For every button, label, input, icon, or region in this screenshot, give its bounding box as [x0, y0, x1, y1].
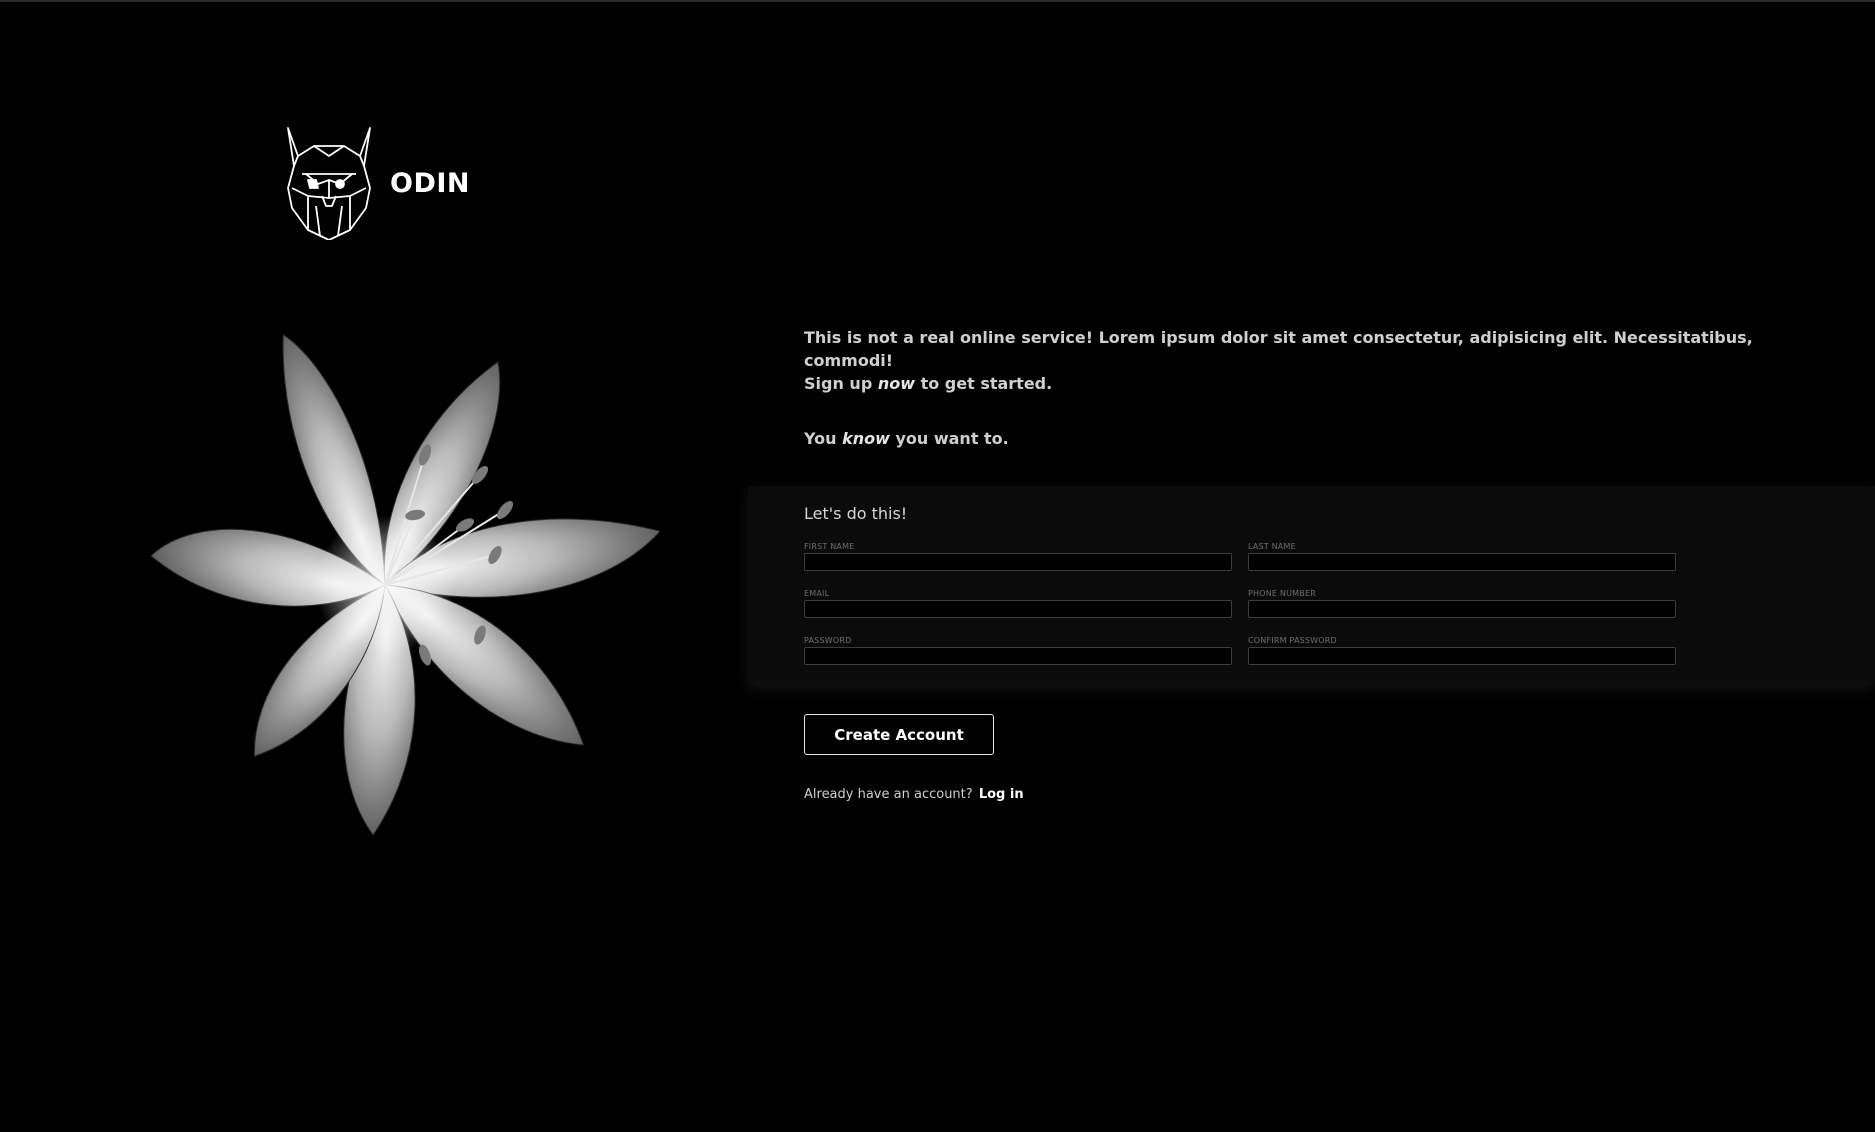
- top-border: [0, 0, 1875, 2]
- email-label: EMAIL: [804, 589, 830, 598]
- signup-page: ODIN This is not a real online service! …: [0, 0, 1875, 1132]
- phone-number-field-group: PHONE NUMBER: [1248, 588, 1676, 618]
- intro-line-2-emphasis: now: [877, 374, 916, 393]
- first-name-input[interactable]: [804, 553, 1232, 571]
- intro-line-2: Sign up now to get started.: [804, 372, 1804, 395]
- last-name-field-group: LAST NAME: [1248, 541, 1676, 571]
- password-input[interactable]: [804, 647, 1232, 665]
- intro-line-3-emphasis: know: [842, 429, 890, 448]
- password-field-group: PASSWORD: [804, 635, 1232, 665]
- intro-line-3-post: you want to.: [889, 429, 1009, 448]
- signup-form-panel: Let's do this! FIRST NAME LAST NAME EMAI…: [748, 486, 1875, 682]
- brand-name: ODIN: [390, 167, 471, 199]
- phone-number-input[interactable]: [1248, 600, 1676, 618]
- confirm-password-label: CONFIRM PASSWORD: [1248, 636, 1337, 645]
- create-account-button[interactable]: Create Account: [804, 714, 994, 755]
- intro-line-1: This is not a real online service! Lorem…: [804, 328, 1753, 370]
- lily-flower-image: [150, 333, 660, 836]
- confirm-password-input[interactable]: [1248, 647, 1676, 665]
- viking-logo-icon: [287, 127, 371, 240]
- login-link[interactable]: Log in: [979, 787, 1024, 802]
- email-field-group: EMAIL: [804, 588, 1232, 618]
- intro-copy: This is not a real online service! Lorem…: [804, 326, 1804, 450]
- email-input[interactable]: [804, 600, 1232, 618]
- intro-line-3: You know you want to.: [804, 427, 1804, 450]
- form-title: Let's do this!: [804, 504, 908, 523]
- last-name-input[interactable]: [1248, 553, 1676, 571]
- intro-line-2-pre: Sign up: [804, 374, 878, 393]
- confirm-password-field-group: CONFIRM PASSWORD: [1248, 635, 1676, 665]
- first-name-field-group: FIRST NAME: [804, 541, 1232, 571]
- last-name-label: LAST NAME: [1248, 542, 1296, 551]
- login-prompt: Already have an account? Log in: [804, 787, 1024, 802]
- first-name-label: FIRST NAME: [804, 542, 855, 551]
- intro-line-2-post: to get started.: [915, 374, 1053, 393]
- password-label: PASSWORD: [804, 636, 852, 645]
- brand: ODIN: [286, 126, 470, 240]
- intro-line-3-pre: You: [804, 429, 843, 448]
- login-prompt-text: Already have an account?: [804, 787, 973, 802]
- phone-number-label: PHONE NUMBER: [1248, 589, 1316, 598]
